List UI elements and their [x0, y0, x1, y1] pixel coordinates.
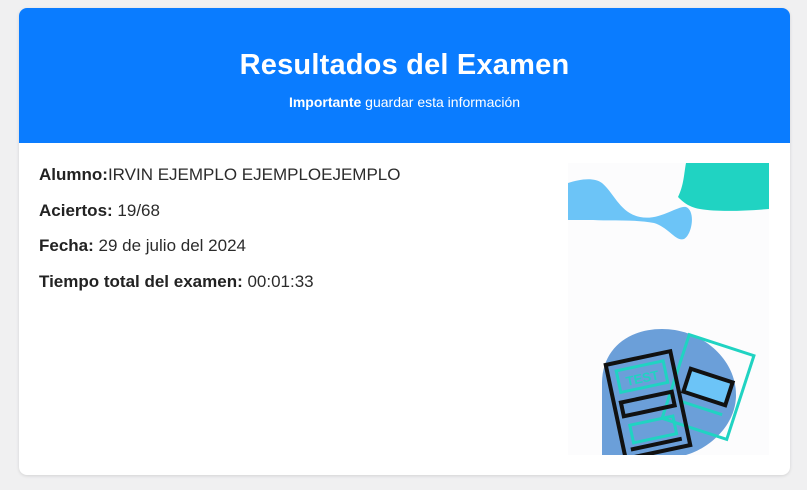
- exam-illustration: TEST: [568, 163, 769, 455]
- results-card: Resultados del Examen Importante guardar…: [19, 8, 790, 475]
- tiempo-value: 00:01:33: [242, 271, 314, 291]
- fecha-row: Fecha: 29 de julio del 2024: [39, 236, 400, 272]
- tiempo-row: Tiempo total del examen: 00:01:33: [39, 272, 400, 308]
- subtitle-strong: Importante: [288, 94, 362, 110]
- tiempo-label: Tiempo total del examen:: [39, 271, 243, 291]
- fecha-value: 29 de julio del 2024: [93, 236, 246, 255]
- results-info: Alumno:IRVIN EJEMPLO EJEMPLOEJEMPLO Acie…: [39, 165, 400, 307]
- page-subtitle: Importante guardar esta información: [19, 93, 790, 111]
- alumno-row: Alumno:IRVIN EJEMPLO EJEMPLOEJEMPLO: [39, 165, 400, 201]
- fecha-label: Fecha:: [39, 236, 94, 255]
- card-body: Alumno:IRVIN EJEMPLO EJEMPLOEJEMPLO Acie…: [19, 143, 790, 475]
- alumno-value: IRVIN EJEMPLO EJEMPLOEJEMPLO: [107, 165, 401, 184]
- alumno-label: Alumno:: [39, 165, 108, 184]
- subtitle-text: guardar esta información: [361, 94, 521, 110]
- page-title: Resultados del Examen: [239, 49, 570, 81]
- card-header: Resultados del Examen Importante guardar…: [19, 8, 790, 143]
- aciertos-value: 19/68: [112, 200, 160, 220]
- aciertos-row: Aciertos: 19/68: [39, 201, 400, 237]
- aciertos-label: Aciertos:: [39, 200, 113, 220]
- teal-wave-shape: [678, 163, 769, 211]
